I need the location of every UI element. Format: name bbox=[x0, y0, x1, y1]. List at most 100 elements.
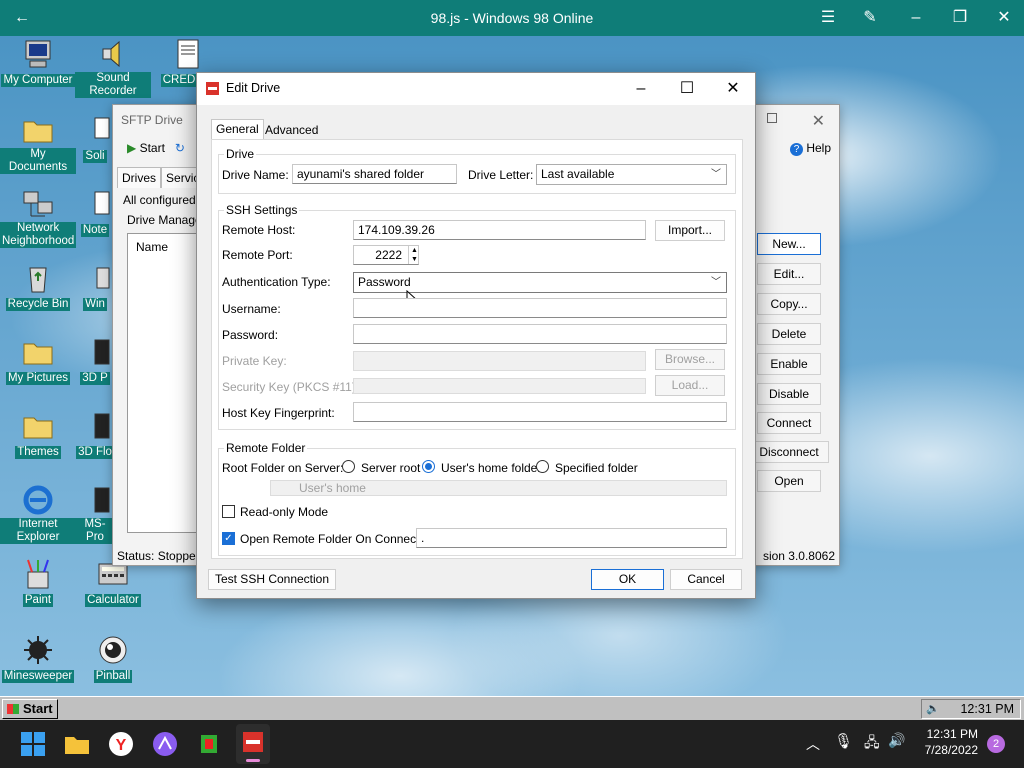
test-ssh-connection-button[interactable]: Test SSH Connection bbox=[208, 569, 336, 590]
help-icon: ? bbox=[789, 143, 803, 156]
desktop-icon-my-computer[interactable]: My Computer bbox=[0, 38, 76, 87]
refresh-icon[interactable]: ↻ bbox=[175, 141, 185, 155]
system-clock[interactable]: 12:31 PM 7/28/2022 bbox=[912, 726, 978, 758]
volume-icon[interactable]: 🔈 bbox=[926, 702, 940, 715]
close-icon[interactable]: ✕ bbox=[710, 77, 756, 101]
column-header-name[interactable]: Name bbox=[136, 240, 168, 254]
desktop-icon-themes[interactable]: Themes bbox=[0, 410, 76, 459]
remote-port-input[interactable]: 2222 ▲ ▼ bbox=[353, 245, 419, 265]
open-on-connect-checkbox[interactable]: ✓ bbox=[222, 532, 235, 545]
maximize-icon[interactable]: ☐ bbox=[664, 77, 710, 101]
close-icon[interactable]: ✕ bbox=[986, 0, 1022, 36]
microphone-icon[interactable]: 🎙 bbox=[834, 732, 853, 750]
remote-folder-label: Remote Folder bbox=[224, 441, 308, 455]
spin-up-icon[interactable]: ▲ bbox=[409, 246, 418, 255]
desktop-icon-sound-recorder[interactable]: Sound Recorder bbox=[75, 38, 151, 98]
radio-users-home[interactable] bbox=[422, 460, 435, 473]
host-key-fingerprint-input[interactable] bbox=[353, 402, 727, 422]
username-label: Username: bbox=[222, 302, 281, 316]
ok-button[interactable]: OK bbox=[591, 569, 664, 590]
desktop-icon-my-pictures[interactable]: My Pictures bbox=[0, 336, 76, 385]
file-explorer-icon[interactable] bbox=[62, 729, 92, 759]
help-button[interactable]: ? Help bbox=[789, 141, 831, 156]
drive-name-label: Drive Name: bbox=[222, 168, 289, 182]
maximize-icon[interactable] bbox=[767, 113, 777, 123]
username-input[interactable] bbox=[353, 298, 727, 318]
taskbar-active-app[interactable] bbox=[236, 724, 270, 764]
desktop-icon-my-documents[interactable]: My Documents bbox=[0, 114, 76, 174]
drive-name-input[interactable]: ayunami's shared folder bbox=[292, 164, 457, 184]
desktop-icon-internet-explorer[interactable]: Internet Explorer bbox=[0, 484, 76, 544]
spin-down-icon[interactable]: ▼ bbox=[409, 255, 418, 264]
users-home-label: User's home folder bbox=[441, 461, 542, 475]
svg-text:Y: Y bbox=[116, 737, 127, 754]
desktop-icon-recycle-bin[interactable]: Recycle Bin bbox=[0, 262, 76, 311]
version-text: sion 3.0.8062 bbox=[762, 549, 835, 563]
specified-folder-label: Specified folder bbox=[555, 461, 638, 475]
browse-button: Browse... bbox=[655, 349, 725, 370]
remote-host-input[interactable]: 174.109.39.26 bbox=[353, 220, 646, 240]
tab-drives[interactable]: Drives bbox=[117, 167, 162, 188]
edit-drive-dialog[interactable]: Edit Drive – ☐ ✕ General Advanced Drive … bbox=[196, 72, 756, 599]
desktop-icon-network-neighborhood[interactable]: Network Neighborhood bbox=[0, 188, 77, 248]
close-icon[interactable]: ✕ bbox=[812, 111, 825, 131]
notification-badge[interactable]: 2 bbox=[987, 735, 1005, 753]
menu-icon[interactable]: ☰ bbox=[810, 0, 846, 36]
radio-specified-folder[interactable] bbox=[536, 460, 549, 473]
network-icon[interactable]: 🖧 bbox=[864, 732, 880, 756]
win98-tray: 🔈 12:31 PM bbox=[921, 699, 1021, 719]
cancel-button[interactable]: Cancel bbox=[670, 569, 742, 590]
readonly-checkbox[interactable] bbox=[222, 505, 235, 518]
alice-assistant-icon[interactable] bbox=[150, 729, 180, 759]
win98-clock: 12:31 PM bbox=[960, 702, 1014, 716]
edit-button[interactable]: Edit... bbox=[757, 263, 821, 285]
chevron-down-icon: ﹀ bbox=[711, 277, 721, 288]
remote-folder-path-input: User's home bbox=[270, 480, 727, 496]
security-key-input bbox=[353, 378, 646, 394]
extension-icon[interactable]: ✎ bbox=[852, 0, 888, 36]
yandex-browser-icon[interactable]: Y bbox=[106, 729, 136, 759]
copy-button[interactable]: Copy... bbox=[757, 293, 821, 315]
delete-button[interactable]: Delete bbox=[757, 323, 821, 345]
desktop-icon-pinball[interactable]: Pinball bbox=[75, 634, 151, 683]
folder-icon bbox=[23, 121, 53, 143]
drive-letter-select[interactable]: Last available ﹀ bbox=[536, 164, 727, 185]
restore-icon[interactable]: ❐ bbox=[942, 0, 978, 36]
new-button[interactable]: New... bbox=[757, 233, 821, 255]
dialog-title-bar[interactable]: Edit Drive – ☐ ✕ bbox=[197, 73, 755, 105]
disable-button[interactable]: Disable bbox=[757, 383, 821, 405]
disconnect-button[interactable]: Disconnect bbox=[749, 441, 829, 463]
dialog-title: Edit Drive bbox=[226, 81, 281, 95]
open-on-connect-input[interactable]: . bbox=[416, 528, 727, 548]
password-input[interactable] bbox=[353, 324, 727, 344]
folder-icon bbox=[23, 343, 53, 365]
open-button[interactable]: Open bbox=[757, 470, 821, 492]
root-folder-label: Root Folder on Server: bbox=[222, 461, 344, 475]
drive-letter-label: Drive Letter: bbox=[468, 168, 534, 182]
windows-start-icon[interactable] bbox=[18, 729, 48, 759]
minimize-icon[interactable]: – bbox=[898, 0, 934, 36]
enable-button[interactable]: Enable bbox=[757, 353, 821, 375]
desktop-icon-notepad[interactable]: Note bbox=[75, 188, 115, 237]
win98-start-button[interactable]: Start bbox=[2, 699, 58, 719]
desktop-icon-win[interactable]: Win bbox=[75, 262, 115, 311]
desktop-icon-ms-prompt[interactable]: MS- Pro bbox=[75, 484, 115, 544]
start-service-button[interactable]: ▶ Start bbox=[127, 141, 165, 155]
desktop-icon-paint[interactable]: Paint bbox=[0, 558, 76, 607]
chevron-up-icon[interactable]: ︿ bbox=[806, 734, 820, 754]
port-spinner[interactable]: ▲ ▼ bbox=[408, 246, 418, 264]
radio-server-root[interactable] bbox=[342, 460, 355, 473]
desktop-icon-minesweeper[interactable]: Minesweeper bbox=[0, 634, 76, 683]
tab-general[interactable]: General bbox=[211, 119, 264, 141]
desktop-icon-3d-flower[interactable]: 3D Flo bbox=[75, 410, 115, 459]
import-button[interactable]: Import... bbox=[655, 220, 725, 241]
connect-button[interactable]: Connect bbox=[757, 412, 821, 434]
app-icon[interactable] bbox=[194, 729, 224, 759]
desktop-icon-3d-pinball[interactable]: 3D P bbox=[75, 336, 115, 385]
status-text: Status: Stopped bbox=[117, 549, 203, 563]
tab-advanced[interactable]: Advanced bbox=[261, 121, 322, 141]
minimize-icon[interactable]: – bbox=[618, 77, 664, 101]
recycle-bin-icon bbox=[29, 267, 47, 293]
desktop-icon-solitaire[interactable]: Soli bbox=[75, 114, 115, 163]
volume-icon[interactable]: 🔊 bbox=[888, 732, 905, 749]
